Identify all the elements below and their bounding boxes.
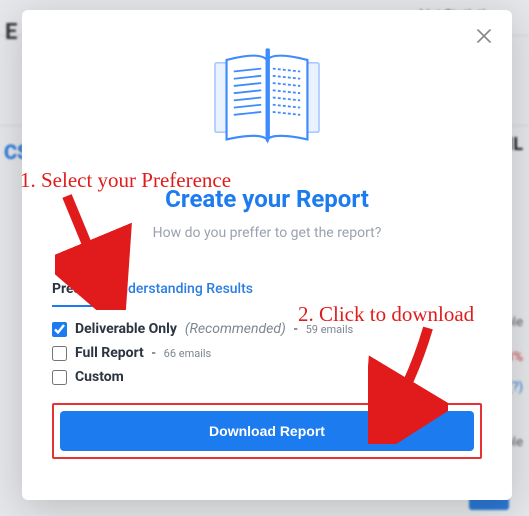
close-icon[interactable] (474, 26, 494, 46)
option-name: Full Report (75, 345, 144, 361)
checkbox-deliverable-only[interactable] (52, 322, 67, 337)
option-custom[interactable]: Custom (52, 369, 482, 385)
option-reco: (Recommended) (185, 321, 286, 337)
presets-header: Presets - Understanding Results (52, 281, 482, 303)
option-name: Custom (75, 369, 124, 385)
understanding-results-link[interactable]: Understanding Results (111, 281, 253, 297)
presets-label: Presets (52, 281, 100, 297)
book-report-icon (52, 40, 482, 155)
option-name: Deliverable Only (75, 321, 177, 337)
option-count: 66 emails (164, 347, 212, 360)
preset-options: Deliverable Only (Recommended) - 59 emai… (52, 321, 482, 385)
checkbox-custom[interactable] (52, 370, 67, 385)
option-full-report[interactable]: Full Report - 66 emails (52, 345, 482, 361)
download-highlight-box: Download Report (52, 403, 482, 459)
presets-underline (52, 305, 114, 307)
modal-title: Create your Report (52, 185, 482, 213)
create-report-modal: Create your Report How do you preffer to… (22, 10, 512, 500)
download-report-button[interactable]: Download Report (60, 411, 474, 451)
option-count: 59 emails (306, 323, 354, 336)
presets-dash: - (100, 281, 111, 297)
modal-subtitle: How do you preffer to get the report? (52, 225, 482, 241)
checkbox-full-report[interactable] (52, 346, 67, 361)
option-deliverable-only[interactable]: Deliverable Only (Recommended) - 59 emai… (52, 321, 482, 337)
